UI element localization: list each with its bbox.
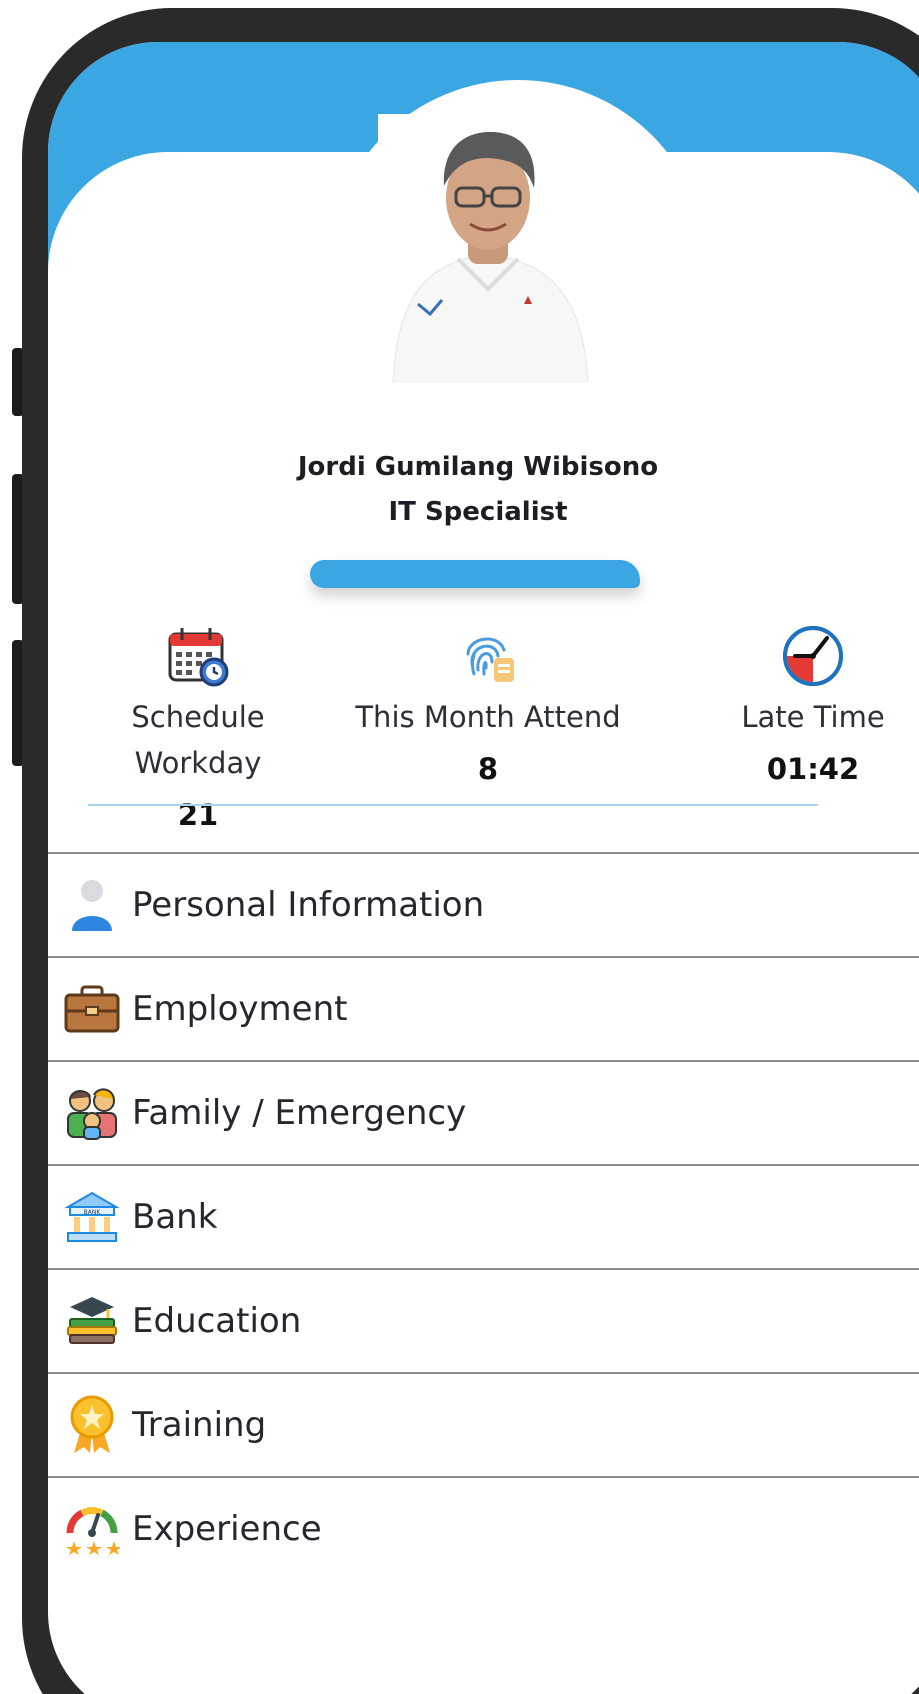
profile-menu: Personal Information Employment Family /… <box>48 852 919 1580</box>
stat-month-attend: This Month Attend 8 <box>348 624 628 798</box>
employee-role: IT Specialist <box>388 497 568 527</box>
avatar <box>378 114 598 382</box>
menu-item-family-emergency[interactable]: Family / Emergency <box>48 1060 919 1164</box>
calendar-icon <box>168 628 229 687</box>
profile-progress-bar <box>310 560 640 588</box>
user-icon <box>64 877 120 933</box>
menu-item-experience[interactable]: Experience <box>48 1476 919 1580</box>
stat-value: 01:42 <box>766 752 860 786</box>
menu-label: Education <box>132 1301 302 1341</box>
clock-icon <box>783 626 843 686</box>
screen: Jordi Gumilang Wibisono IT Specialist Sc… <box>48 42 919 1694</box>
medal-icon <box>64 1395 120 1453</box>
menu-label: Experience <box>132 1509 322 1549</box>
graduation-icon <box>64 1293 120 1349</box>
svg-text:BANK: BANK <box>84 1209 102 1216</box>
menu-item-training[interactable]: Training <box>48 1372 919 1476</box>
stat-schedule-workday: Schedule Workday 21 <box>98 624 298 844</box>
menu-label: Family / Emergency <box>132 1093 467 1133</box>
menu-label: Training <box>132 1405 267 1445</box>
stat-label: Schedule Workday <box>131 700 265 780</box>
stat-value: 8 <box>477 752 499 786</box>
stat-label: Late Time <box>741 700 885 734</box>
menu-item-employment[interactable]: Employment <box>48 956 919 1060</box>
menu-item-personal-information[interactable]: Personal Information <box>48 852 919 956</box>
stat-value: 21 <box>177 798 219 832</box>
app-screen: Jordi Gumilang Wibisono IT Specialist Sc… <box>0 0 919 1694</box>
stats-divider <box>88 804 818 806</box>
menu-label: Personal Information <box>132 885 485 925</box>
bank-icon: BANK <box>64 1189 120 1245</box>
menu-item-education[interactable]: Education <box>48 1268 919 1372</box>
family-icon <box>64 1085 120 1141</box>
employee-name: Jordi Gumilang Wibisono <box>48 452 908 482</box>
gauge-icon <box>64 1501 120 1557</box>
briefcase-icon <box>64 981 120 1037</box>
menu-label: Employment <box>132 989 348 1029</box>
fingerprint-icon <box>466 637 514 682</box>
menu-item-bank[interactable]: BANK Bank <box>48 1164 919 1268</box>
employee-name-text: Jordi Gumilang Wibisono <box>297 452 659 482</box>
menu-label: Bank <box>132 1197 218 1237</box>
stat-late-time: Late Time 01:42 <box>698 624 919 798</box>
stat-label: This Month Attend <box>355 700 621 734</box>
